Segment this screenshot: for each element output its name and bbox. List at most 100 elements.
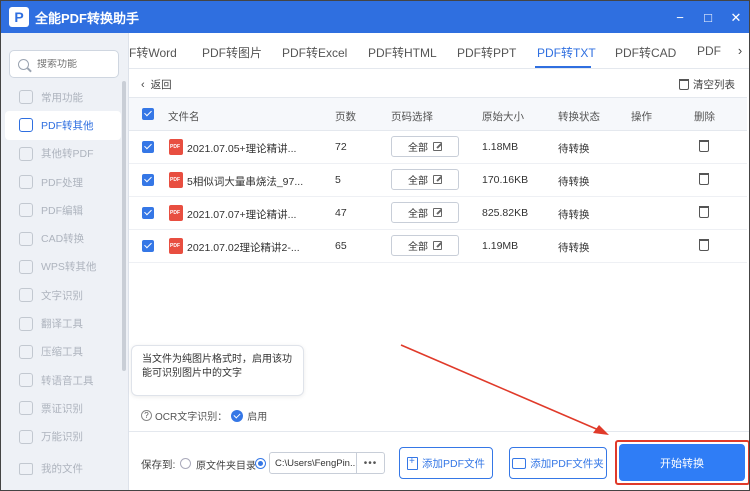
page-select-button[interactable]: 全部	[391, 169, 459, 190]
file-size: 1.18MB	[482, 141, 519, 153]
cad-icon	[19, 231, 33, 246]
pdf-file-icon	[169, 238, 183, 254]
tooltip-line-1: 当文件为纯图片格式时，启用该功	[142, 354, 292, 365]
add-folder-icon	[512, 457, 527, 469]
page-select-label: 全部	[408, 242, 428, 253]
page-count: 65	[335, 240, 347, 252]
sidebar-item-label: 文字识别	[41, 289, 83, 302]
tab-pdf-to-ppt[interactable]: PDF转PPT	[457, 44, 516, 61]
tab-pdf-to-html[interactable]: PDF转HTML	[368, 44, 437, 61]
header-delete: 删除	[694, 111, 715, 123]
sidebar-item-universal[interactable]: 万能识别	[5, 423, 121, 451]
annotation-highlight-box	[615, 440, 749, 485]
delete-icon[interactable]	[699, 239, 709, 251]
sidebar-item-label: 翻译工具	[41, 318, 83, 331]
save-path-field[interactable]: C:\Users\FengPin... •••	[269, 452, 385, 474]
sidebar-item-common[interactable]: 常用功能	[5, 83, 121, 111]
pdf-file-icon	[169, 205, 183, 221]
radio-source-folder[interactable]	[180, 458, 191, 469]
clear-list-button[interactable]: 清空列表	[679, 77, 735, 92]
page-count: 72	[335, 141, 347, 153]
tab-pdf-to-image[interactable]: PDF转图片	[202, 44, 262, 61]
table-row: 2021.07.02理论精讲2-... 65 全部 1.19MB 待转换	[129, 230, 747, 263]
maximize-button[interactable]: □	[701, 10, 715, 24]
sidebar-item-other-to-pdf[interactable]: 其他转PDF	[5, 140, 121, 168]
browse-button[interactable]: •••	[356, 453, 384, 473]
row-checkbox[interactable]	[142, 141, 154, 153]
add-pdf-file-button[interactable]: 添加PDF文件	[399, 447, 493, 479]
page-select-button[interactable]: 全部	[391, 136, 459, 157]
tabs-next-arrow-icon[interactable]: ›	[732, 41, 748, 59]
active-tab-indicator	[535, 66, 591, 68]
convert-status: 待转换	[558, 143, 590, 155]
wps-icon	[19, 259, 33, 274]
tab-pdf-to-cad[interactable]: PDF转CAD	[615, 44, 676, 61]
row-checkbox[interactable]	[142, 174, 154, 186]
tab-pdf-to-excel[interactable]: PDF转Excel	[282, 44, 347, 61]
file-size: 170.16KB	[482, 174, 529, 186]
delete-icon[interactable]	[699, 206, 709, 218]
ocr-label: OCR文字识别：	[155, 412, 228, 423]
app-title: 全能PDF转换助手	[35, 10, 140, 26]
page-select-button[interactable]: 全部	[391, 202, 459, 223]
delete-icon[interactable]	[699, 140, 709, 152]
select-all-checkbox[interactable]	[142, 108, 154, 120]
header-action: 操作	[631, 111, 652, 123]
sidebar-scrollbar[interactable]	[122, 81, 126, 371]
sidebar-item-wps[interactable]: WPS转其他	[5, 253, 121, 281]
page-select-label: 全部	[408, 209, 428, 220]
search-input[interactable]	[37, 58, 115, 70]
tab-pdf-to-txt[interactable]: PDF转TXT	[537, 44, 596, 61]
page-select-label: 全部	[408, 176, 428, 187]
table-header: 文件名 页数 页码选择 原始大小 转换状态 操作 删除	[129, 97, 747, 131]
ocr-enable-label: 启用	[247, 412, 268, 423]
search-icon	[18, 58, 29, 70]
radio-custom-path[interactable]	[255, 458, 266, 469]
sidebar-item-pdf-to-other[interactable]: PDF转其他	[5, 111, 121, 140]
add-file-icon	[407, 456, 418, 470]
sidebar-item-cad[interactable]: CAD转换	[5, 224, 121, 252]
tab-pdf-to-word[interactable]: F转Word	[129, 44, 177, 61]
close-button[interactable]: ✕	[729, 10, 743, 24]
file-convert-icon	[19, 146, 33, 161]
pdf-file-icon	[169, 139, 183, 155]
search-box[interactable]	[9, 50, 119, 78]
convert-status: 待转换	[558, 176, 590, 188]
ocr-enable-checkbox[interactable]	[231, 409, 244, 422]
back-button[interactable]: ‹ 返回	[141, 77, 172, 92]
table-row: 2021.07.05+理论精讲... 72 全部 1.18MB 待转换	[129, 131, 747, 164]
sidebar-item-translate[interactable]: 翻译工具	[5, 309, 121, 337]
add-pdf-folder-button[interactable]: 添加PDF文件夹	[509, 447, 607, 479]
pdf-file-icon	[169, 172, 183, 188]
sidebar-nav: 常用功能 PDF转其他 其他转PDF PDF处理 PDF编辑 CAD转换 WPS…	[5, 83, 121, 451]
my-files-link[interactable]: 我的文件	[19, 461, 83, 476]
sidebar-item-pdf-edit[interactable]: PDF编辑	[5, 196, 121, 224]
sidebar-item-speech[interactable]: 转语音工具	[5, 366, 121, 394]
file-name: 2021.07.05+理论精讲...	[187, 143, 297, 155]
sidebar-item-ocr[interactable]: 文字识别	[5, 281, 121, 309]
window-controls: − □ ✕	[673, 1, 743, 33]
sidebar-item-ticket[interactable]: 票证识别	[5, 394, 121, 422]
page-count: 5	[335, 174, 341, 186]
file-size: 825.82KB	[482, 207, 529, 219]
row-checkbox[interactable]	[142, 207, 154, 219]
sidebar-item-pdf-process[interactable]: PDF处理	[5, 168, 121, 196]
delete-icon[interactable]	[699, 173, 709, 185]
my-files-label: 我的文件	[41, 463, 83, 475]
edit-icon	[433, 241, 442, 250]
file-name: 2021.07.07+理论精讲...	[187, 209, 297, 221]
help-icon[interactable]: ?	[141, 410, 152, 421]
file-size: 1.19MB	[482, 240, 519, 252]
sidebar-item-compress[interactable]: 压缩工具	[5, 338, 121, 366]
row-checkbox[interactable]	[142, 240, 154, 252]
sidebar-item-label: 转语音工具	[41, 374, 94, 387]
back-label: 返回	[150, 79, 172, 91]
page-select-button[interactable]: 全部	[391, 235, 459, 256]
translate-icon	[19, 316, 33, 331]
common-icon	[19, 90, 33, 105]
sidebar-item-label: 常用功能	[41, 91, 83, 104]
minimize-button[interactable]: −	[673, 10, 687, 24]
tab-pdf-more[interactable]: PDF	[697, 44, 721, 58]
sidebar-item-label: CAD转换	[41, 233, 85, 246]
header-name: 文件名	[168, 111, 200, 123]
